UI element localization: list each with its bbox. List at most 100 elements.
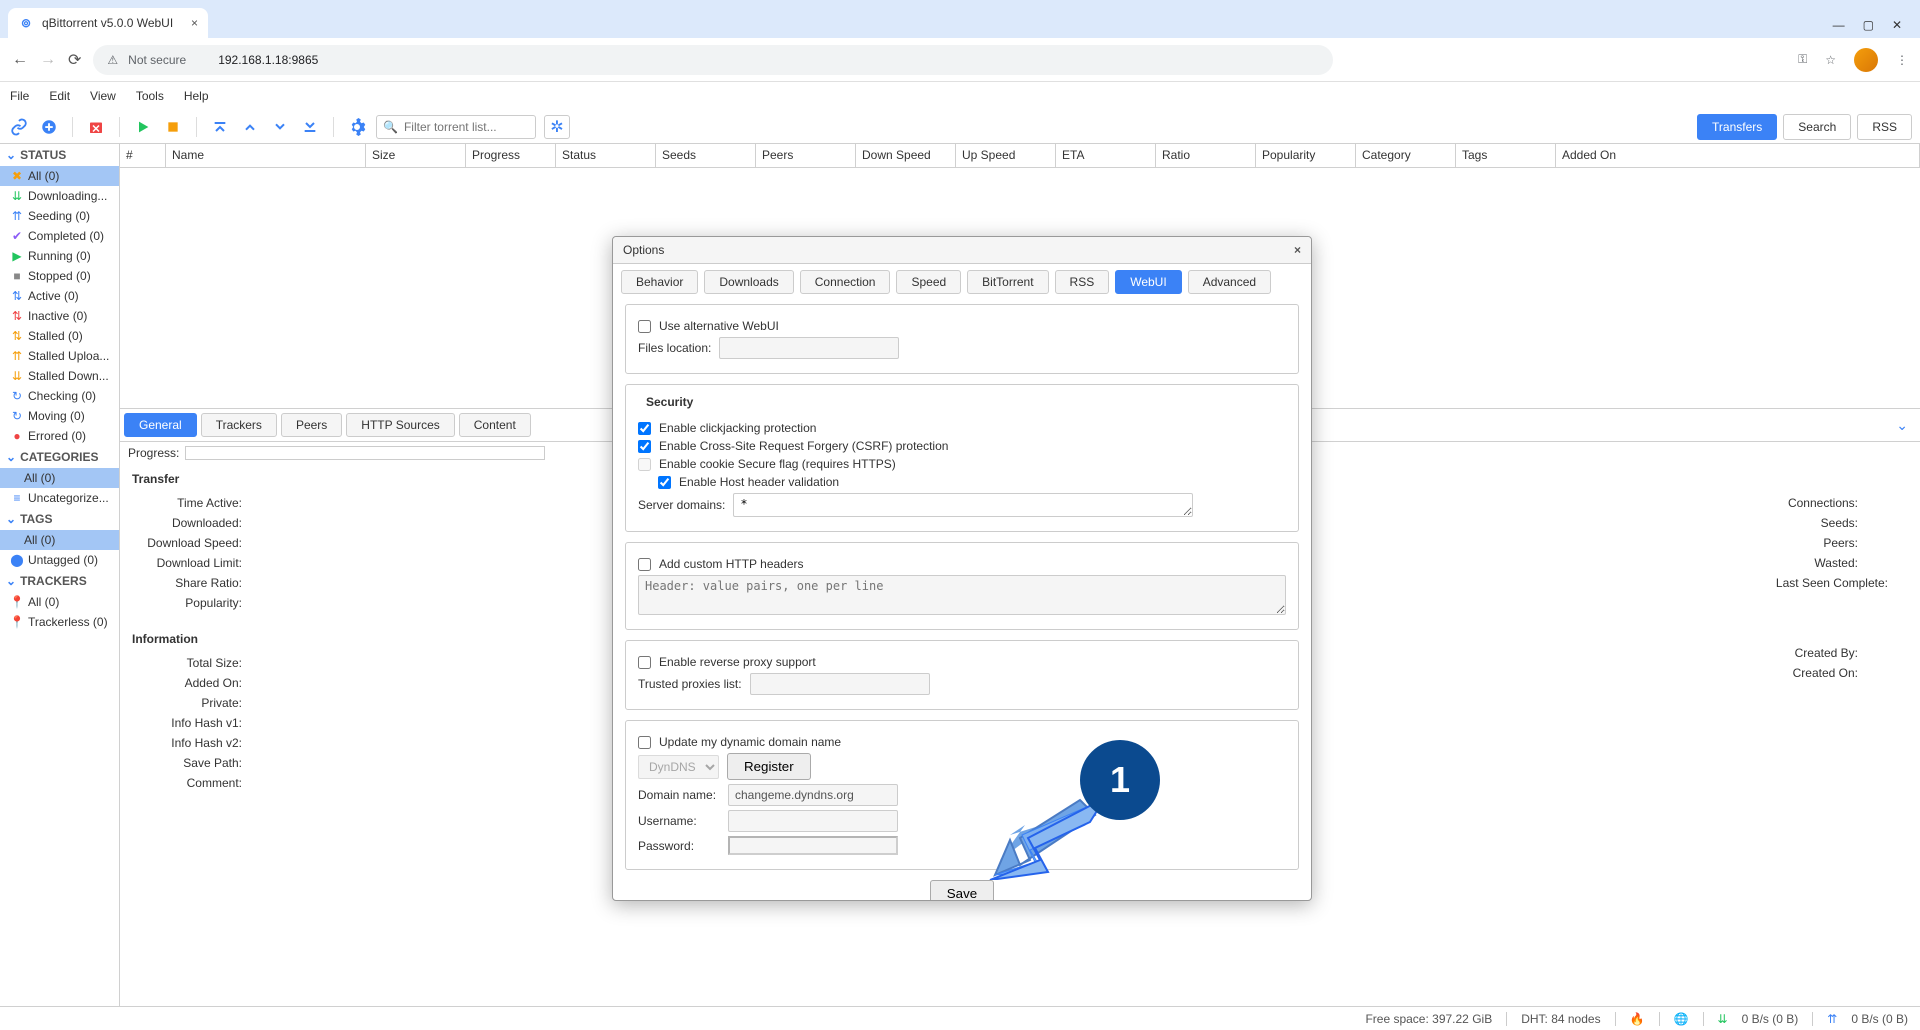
chk-host-header[interactable]: [658, 476, 671, 489]
col-progress[interactable]: Progress: [466, 144, 556, 167]
sidebar-item-moving[interactable]: ↻Moving (0): [0, 406, 119, 426]
fire-icon[interactable]: 🔥: [1630, 1012, 1645, 1026]
opt-tab-rss[interactable]: RSS: [1055, 270, 1110, 294]
sidebar-item-stalled[interactable]: ⇅Stalled (0): [0, 326, 119, 346]
settings-gear-icon[interactable]: [346, 116, 368, 138]
opt-tab-downloads[interactable]: Downloads: [704, 270, 793, 294]
col-down[interactable]: Down Speed: [856, 144, 956, 167]
chk-csrf[interactable]: [638, 440, 651, 453]
sidebar-item-inactive[interactable]: ⇅Inactive (0): [0, 306, 119, 326]
chk-clickjack[interactable]: [638, 422, 651, 435]
col-ratio[interactable]: Ratio: [1156, 144, 1256, 167]
register-button[interactable]: Register: [727, 753, 811, 780]
sidebar-tags-untagged[interactable]: ⬤Untagged (0): [0, 550, 119, 570]
dialog-titlebar[interactable]: Options ×: [613, 237, 1311, 264]
opt-tab-speed[interactable]: Speed: [896, 270, 961, 294]
sidebar-categories-header[interactable]: ⌄CATEGORIES: [0, 446, 119, 468]
opt-tab-webui[interactable]: WebUI: [1115, 270, 1181, 294]
col-cat[interactable]: Category: [1356, 144, 1456, 167]
filter-box[interactable]: 🔍: [376, 115, 536, 139]
sidebar-cat-all[interactable]: All (0): [0, 468, 119, 488]
address-bar[interactable]: ⚠ Not secure 192.168.1.18:9865: [93, 45, 1333, 75]
sidebar-item-all[interactable]: ✖All (0): [0, 166, 119, 186]
sidebar-item-active[interactable]: ⇅Active (0): [0, 286, 119, 306]
pause-icon[interactable]: [162, 116, 184, 138]
save-button[interactable]: Save: [930, 880, 994, 900]
tab-transfers[interactable]: Transfers: [1697, 114, 1777, 140]
opt-tab-behavior[interactable]: Behavior: [621, 270, 698, 294]
sidebar-item-stopped[interactable]: ■Stopped (0): [0, 266, 119, 286]
start-icon[interactable]: [132, 116, 154, 138]
chk-alt-webui[interactable]: [638, 320, 651, 333]
filter-toggle-icon[interactable]: ✲: [544, 115, 570, 139]
close-window-icon[interactable]: ✕: [1892, 18, 1902, 32]
col-pop[interactable]: Popularity: [1256, 144, 1356, 167]
sidebar-trackers-header[interactable]: ⌄TRACKERS: [0, 570, 119, 592]
sidebar-tracker-all[interactable]: 📍All (0): [0, 592, 119, 612]
col-tags[interactable]: Tags: [1456, 144, 1556, 167]
move-down-icon[interactable]: [269, 116, 291, 138]
col-up[interactable]: Up Speed: [956, 144, 1056, 167]
move-up-icon[interactable]: [239, 116, 261, 138]
sidebar-status-header[interactable]: ⌄STATUS: [0, 144, 119, 166]
dtab-trackers[interactable]: Trackers: [201, 413, 277, 437]
tab-rss[interactable]: RSS: [1857, 114, 1912, 140]
sidebar-item-stalled-up[interactable]: ⇈Stalled Uploa...: [0, 346, 119, 366]
minimize-icon[interactable]: —: [1833, 18, 1845, 32]
menu-edit[interactable]: Edit: [49, 89, 70, 103]
sidebar-item-errored[interactable]: ●Errored (0): [0, 426, 119, 446]
chk-reverse-proxy[interactable]: [638, 656, 651, 669]
menu-tools[interactable]: Tools: [136, 89, 164, 103]
browser-menu-icon[interactable]: ⋮: [1896, 53, 1908, 67]
sidebar-tags-all[interactable]: All (0): [0, 530, 119, 550]
col-num[interactable]: #: [120, 144, 166, 167]
maximize-icon[interactable]: ▢: [1863, 18, 1874, 32]
move-top-icon[interactable]: [209, 116, 231, 138]
col-seeds[interactable]: Seeds: [656, 144, 756, 167]
filter-input[interactable]: [404, 120, 524, 134]
move-bottom-icon[interactable]: [299, 116, 321, 138]
add-link-icon[interactable]: [8, 116, 30, 138]
col-peers[interactable]: Peers: [756, 144, 856, 167]
sidebar-item-downloading[interactable]: ⇊Downloading...: [0, 186, 119, 206]
opt-tab-advanced[interactable]: Advanced: [1188, 270, 1271, 294]
sidebar-cat-uncat[interactable]: ≡Uncategorize...: [0, 488, 119, 508]
password-key-icon[interactable]: ⚿: [1798, 52, 1807, 67]
add-torrent-icon[interactable]: [38, 116, 60, 138]
sidebar-item-seeding[interactable]: ⇈Seeding (0): [0, 206, 119, 226]
opt-tab-connection[interactable]: Connection: [800, 270, 891, 294]
dialog-close-icon[interactable]: ×: [1294, 243, 1301, 257]
chk-dyndns[interactable]: [638, 736, 651, 749]
col-name[interactable]: Name: [166, 144, 366, 167]
reload-icon[interactable]: ⟳: [68, 50, 81, 70]
input-server-domains[interactable]: *: [733, 493, 1193, 517]
sidebar-item-stalled-down[interactable]: ⇊Stalled Down...: [0, 366, 119, 386]
forward-icon[interactable]: →: [40, 51, 56, 69]
tab-search[interactable]: Search: [1783, 114, 1851, 140]
sidebar-tags-header[interactable]: ⌄TAGS: [0, 508, 119, 530]
menu-view[interactable]: View: [90, 89, 116, 103]
bookmark-star-icon[interactable]: ☆: [1825, 53, 1836, 67]
delete-icon[interactable]: [85, 116, 107, 138]
globe-icon[interactable]: 🌐: [1674, 1012, 1689, 1026]
browser-tab[interactable]: ⊚ qBittorrent v5.0.0 WebUI ×: [8, 8, 208, 38]
sidebar-item-completed[interactable]: ✔Completed (0): [0, 226, 119, 246]
collapse-panel-icon[interactable]: ⌄: [1896, 417, 1908, 434]
dtab-peers[interactable]: Peers: [281, 413, 342, 437]
menu-help[interactable]: Help: [184, 89, 209, 103]
sidebar-trackerless[interactable]: 📍Trackerless (0): [0, 612, 119, 632]
col-status[interactable]: Status: [556, 144, 656, 167]
col-eta[interactable]: ETA: [1056, 144, 1156, 167]
back-icon[interactable]: ←: [12, 51, 28, 69]
tab-close-icon[interactable]: ×: [191, 16, 198, 30]
chk-custom-headers[interactable]: [638, 558, 651, 571]
menu-file[interactable]: File: [10, 89, 29, 103]
profile-avatar[interactable]: [1854, 48, 1878, 72]
sidebar-item-checking[interactable]: ↻Checking (0): [0, 386, 119, 406]
dtab-content[interactable]: Content: [459, 413, 531, 437]
opt-tab-bittorrent[interactable]: BitTorrent: [967, 270, 1048, 294]
col-added[interactable]: Added On: [1556, 144, 1920, 167]
dtab-http[interactable]: HTTP Sources: [346, 413, 454, 437]
col-size[interactable]: Size: [366, 144, 466, 167]
dtab-general[interactable]: General: [124, 413, 197, 437]
